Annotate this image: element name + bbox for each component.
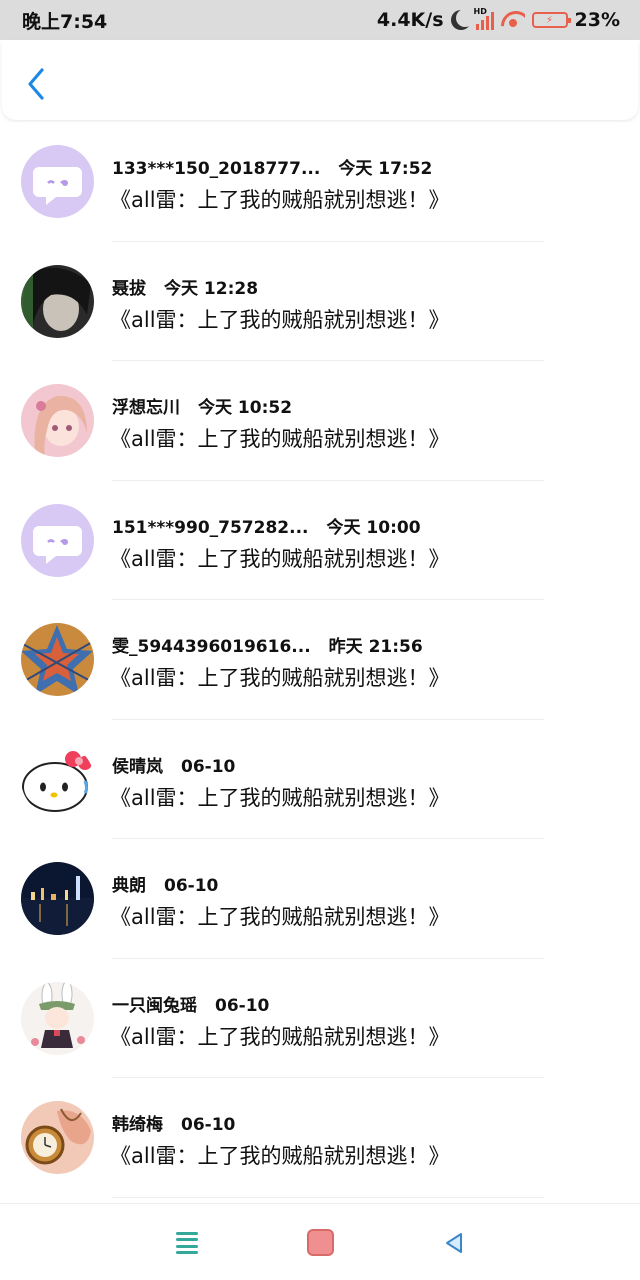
item-time: 06-10 [164,876,219,896]
item-meta: 典朗 06-10 [112,871,218,896]
item-meta: 133***150_2018777... 今天 17:52 [112,154,432,179]
list-item[interactable]: 侯晴岚 06-10 《all雷：上了我的贼船就别想逃！》 [0,720,640,839]
item-time: 今天 10:52 [198,398,293,418]
home-icon[interactable] [307,1229,334,1256]
item-time: 昨天 21:56 [328,637,423,657]
item-meta: 一只闽兔瑶 06-10 [112,991,269,1016]
item-text: 《all雷：上了我的贼船就别想逃！》 [110,905,450,929]
item-text: 《all雷：上了我的贼船就别想逃！》 [110,1024,450,1049]
status-time: 晚上7:54 [22,10,108,33]
dark-hair-avatar-icon [21,264,94,338]
item-text: 《all雷：上了我的贼船就别想逃！》 [110,666,450,690]
item-meta: 浮想忘川 今天 10:52 [112,393,292,418]
list-item[interactable]: 一只闽兔瑶 06-10 《all雷：上了我的贼船就别想逃！》 [0,959,640,1078]
bunny-girl-avatar-icon [21,981,94,1055]
user-name: 聂拔 [112,278,146,299]
wifi-icon [501,11,525,29]
list-item[interactable]: 151***990_757282... 今天 10:00 《all雷：上了我的贼船… [0,481,640,600]
item-time: 今天 17:52 [338,159,433,179]
item-text: 《all雷：上了我的贼船就别想逃！》 [110,427,450,451]
item-meta: 雯_5944396019616... 昨天 21:56 [112,632,423,657]
system-nav-bar [0,1203,640,1280]
nav-back-icon[interactable] [445,1232,463,1254]
user-name: 侯晴岚 [112,756,163,777]
back-icon[interactable] [22,64,52,104]
net-speed: 4.4K/s [376,9,444,31]
item-meta: 侯晴岚 06-10 [112,752,235,777]
battery-icon: ⚡ [531,12,571,28]
user-list: 133***150_2018777... 今天 17:52 《all雷：上了我的贼… [0,122,640,1202]
signal-icon: HD [473,7,494,30]
hd-label: HD [473,7,487,16]
item-time: 今天 10:00 [326,517,421,538]
moon-icon [456,9,474,27]
item-text: 《all雷：上了我的贼船就别想逃！》 [110,546,450,571]
star-avatar-icon [21,623,94,696]
item-text: 《all雷：上了我的贼船就别想逃！》 [110,307,450,332]
list-item[interactable]: 典朗 06-10 《all雷：上了我的贼船就别想逃！》 [0,839,640,959]
list-item[interactable]: 韩绮梅 06-10 《all雷：上了我的贼船就别想逃！》 [0,1078,640,1198]
item-text: 《all雷：上了我的贼船就别想逃！》 [110,1144,450,1168]
user-name: 浮想忘川 [112,398,180,418]
night-city-avatar-icon [21,862,94,935]
list-item[interactable]: 雯_5944396019616... 昨天 21:56 《all雷：上了我的贼船就… [0,600,640,720]
item-time: 06-10 [181,1115,236,1135]
item-text: 《all雷：上了我的贼船就别想逃！》 [110,785,450,810]
user-name: 133***150_2018777... [112,159,321,179]
status-bar: 晚上7:54 4.4K/s HD ⚡ 23% [0,0,640,40]
battery-level: 23% [574,9,620,31]
item-meta: 聂拔 今天 12:28 [112,274,258,299]
item-meta: 151***990_757282... 今天 10:00 [112,513,421,538]
list-item[interactable]: 133***150_2018777... 今天 17:52 《all雷：上了我的贼… [0,122,640,242]
list-item[interactable]: 浮想忘川 今天 10:52 《all雷：上了我的贼船就别想逃！》 [0,361,640,481]
status-icons: 4.4K/s HD ⚡ 23% [376,7,620,31]
item-text: 《all雷：上了我的贼船就别想逃！》 [110,188,450,212]
user-name: 一只闽兔瑶 [112,995,197,1016]
hello-kitty-avatar-icon [21,742,94,816]
item-time: 06-10 [181,756,236,777]
app-header [2,40,638,120]
default-chat-avatar-icon [21,145,94,218]
item-meta: 韩绮梅 06-10 [112,1110,235,1135]
list-item[interactable]: 聂拔 今天 12:28 《all雷：上了我的贼船就别想逃！》 [0,242,640,361]
default-chat-avatar-icon [21,503,94,577]
user-name: 雯_5944396019616... [112,637,311,657]
anime-girl-avatar-icon [21,384,94,457]
item-time: 今天 12:28 [164,278,259,299]
menu-icon[interactable] [176,1232,198,1254]
user-name: 韩绮梅 [112,1115,163,1135]
pocket-watch-avatar-icon [21,1101,94,1174]
item-time: 06-10 [215,995,270,1016]
divider [112,1196,544,1198]
user-name: 151***990_757282... [112,517,309,538]
user-name: 典朗 [112,876,146,896]
